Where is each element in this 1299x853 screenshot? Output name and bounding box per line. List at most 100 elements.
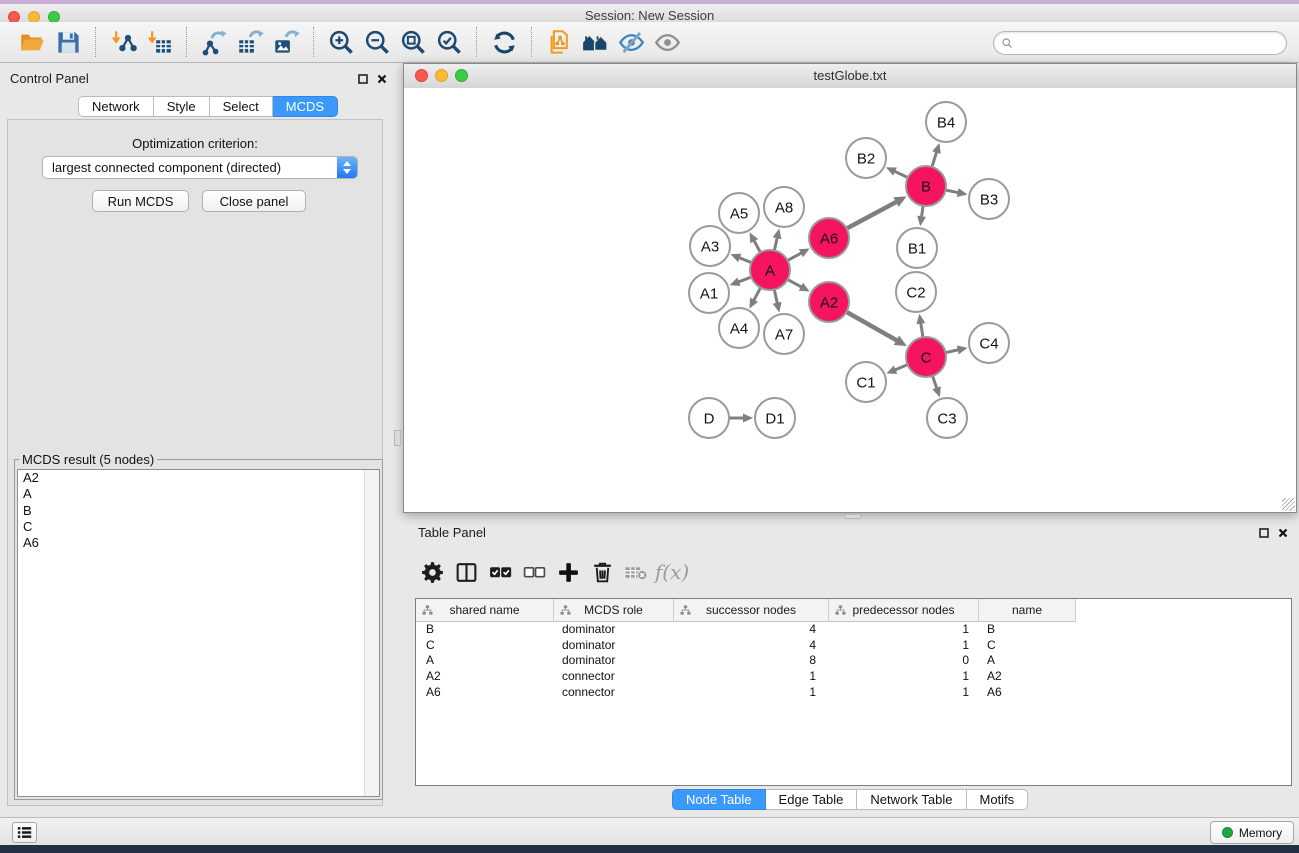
graph-edge-A6-B[interactable] xyxy=(845,201,898,229)
graph-node-A6[interactable]: A6 xyxy=(809,218,849,258)
table-settings-button[interactable] xyxy=(415,555,449,589)
memory-button[interactable]: Memory xyxy=(1210,821,1294,844)
table-cell[interactable]: 1 xyxy=(829,669,979,685)
graph-node-A[interactable]: A xyxy=(750,250,790,290)
graph-node-A8[interactable]: A8 xyxy=(764,187,804,227)
table-cell[interactable]: A xyxy=(979,653,1076,669)
table-cell[interactable]: A6 xyxy=(979,685,1076,701)
tab-mcds[interactable]: MCDS xyxy=(273,96,338,117)
window-resize-grip[interactable] xyxy=(1282,498,1295,511)
table-cell[interactable]: 1 xyxy=(674,669,829,685)
tab-motifs[interactable]: Motifs xyxy=(967,789,1029,810)
table-row-A2[interactable]: A2connector11A2 xyxy=(416,669,1291,685)
table-cell[interactable]: A6 xyxy=(416,685,554,701)
table-cell[interactable]: 0 xyxy=(829,653,979,669)
table-cell[interactable]: dominator xyxy=(554,622,674,638)
tab-select[interactable]: Select xyxy=(210,96,273,117)
graph-node-B1[interactable]: B1 xyxy=(897,228,937,268)
graph-node-C4[interactable]: C4 xyxy=(969,323,1009,363)
graph-node-C1[interactable]: C1 xyxy=(846,362,886,402)
graph-node-C2[interactable]: C2 xyxy=(896,272,936,312)
save-session-button[interactable] xyxy=(53,27,83,57)
show-all-button[interactable] xyxy=(652,27,682,57)
export-image-button[interactable] xyxy=(271,27,301,57)
zoom-fit-button[interactable] xyxy=(398,27,428,57)
graph-node-A7[interactable]: A7 xyxy=(764,314,804,354)
tab-style[interactable]: Style xyxy=(154,96,210,117)
zoom-out-button[interactable] xyxy=(362,27,392,57)
first-neighbors-button[interactable] xyxy=(580,27,610,57)
table-cell[interactable]: B xyxy=(979,622,1076,638)
function-builder-button[interactable]: f(x) xyxy=(653,555,687,589)
delete-table-button[interactable] xyxy=(619,555,653,589)
criterion-dropdown[interactable]: largest connected component (directed) xyxy=(42,156,358,179)
vertical-splitter-handle[interactable] xyxy=(394,430,401,446)
import-table-button[interactable] xyxy=(144,27,174,57)
table-cell[interactable]: A xyxy=(416,653,554,669)
table-cell[interactable]: A2 xyxy=(416,669,554,685)
table-cell[interactable]: dominator xyxy=(554,638,674,654)
export-network-button[interactable] xyxy=(199,27,229,57)
add-column-button[interactable] xyxy=(551,555,585,589)
zoom-in-button[interactable] xyxy=(326,27,356,57)
table-row-A[interactable]: Adominator80A xyxy=(416,653,1291,669)
table-row-A6[interactable]: A6connector11A6 xyxy=(416,685,1291,701)
table-cell[interactable]: 1 xyxy=(829,622,979,638)
delete-columns-button[interactable] xyxy=(585,555,619,589)
table-cell[interactable]: 4 xyxy=(674,622,829,638)
search-input[interactable] xyxy=(1014,36,1286,50)
table-panel-float-button[interactable] xyxy=(1258,527,1270,539)
table-cell[interactable]: 1 xyxy=(829,638,979,654)
import-network-button[interactable] xyxy=(108,27,138,57)
graph-node-B[interactable]: B xyxy=(906,166,946,206)
select-all-columns-button[interactable] xyxy=(483,555,517,589)
column-header-predecessor-nodes[interactable]: predecessor nodes xyxy=(829,599,979,622)
column-header-shared-name[interactable]: shared name xyxy=(416,599,554,622)
table-cell[interactable]: 8 xyxy=(674,653,829,669)
graph-node-C[interactable]: C xyxy=(906,337,946,377)
control-panel-float-button[interactable] xyxy=(357,73,369,85)
panel-list-button[interactable] xyxy=(12,822,37,843)
table-cell[interactable]: A2 xyxy=(979,669,1076,685)
column-header-mcds-role[interactable]: MCDS role xyxy=(554,599,674,622)
tab-network[interactable]: Network xyxy=(78,96,154,117)
table-cell[interactable]: connector xyxy=(554,669,674,685)
graph-node-B4[interactable]: B4 xyxy=(926,102,966,142)
table-cell[interactable]: connector xyxy=(554,685,674,701)
zoom-selected-button[interactable] xyxy=(434,27,464,57)
graph-node-B3[interactable]: B3 xyxy=(969,179,1009,219)
graph-node-A4[interactable]: A4 xyxy=(719,308,759,348)
graph-node-A2[interactable]: A2 xyxy=(809,282,849,322)
table-cell[interactable]: 4 xyxy=(674,638,829,654)
deselect-all-columns-button[interactable] xyxy=(517,555,551,589)
tab-edge-table[interactable]: Edge Table xyxy=(766,789,858,810)
graph-node-D1[interactable]: D1 xyxy=(755,398,795,438)
table-cell[interactable]: C xyxy=(979,638,1076,654)
control-panel-close-button[interactable] xyxy=(376,73,388,85)
table-cell[interactable]: 1 xyxy=(674,685,829,701)
network-canvas[interactable]: B4B2BB3A8A5A6A3B1AA1C2A2A4A7C4CC1C3DD1 xyxy=(404,88,1296,512)
create-network-from-selection-button[interactable] xyxy=(544,27,574,57)
table-row-C[interactable]: Cdominator41C xyxy=(416,638,1291,654)
table-cell[interactable]: 1 xyxy=(829,685,979,701)
column-header-name[interactable]: name xyxy=(979,599,1076,622)
table-cell[interactable]: B xyxy=(416,622,554,638)
close-panel-button[interactable]: Close panel xyxy=(202,190,306,212)
toggle-panel-layout-button[interactable] xyxy=(449,555,483,589)
export-table-button[interactable] xyxy=(235,27,265,57)
hide-selected-button[interactable] xyxy=(616,27,646,57)
graph-node-D[interactable]: D xyxy=(689,398,729,438)
table-panel-close-button[interactable] xyxy=(1277,527,1289,539)
table-cell[interactable]: dominator xyxy=(554,653,674,669)
result-list-scrollbar[interactable] xyxy=(364,470,379,796)
table-cell[interactable]: C xyxy=(416,638,554,654)
tab-node-table[interactable]: Node Table xyxy=(672,789,766,810)
graph-node-B2[interactable]: B2 xyxy=(846,138,886,178)
graph-node-A5[interactable]: A5 xyxy=(719,193,759,233)
graph-node-A3[interactable]: A3 xyxy=(690,226,730,266)
search-box[interactable] xyxy=(993,31,1287,55)
column-header-successor-nodes[interactable]: successor nodes xyxy=(674,599,829,622)
tab-network-table[interactable]: Network Table xyxy=(857,789,966,810)
open-session-button[interactable] xyxy=(17,27,47,57)
run-mcds-button[interactable]: Run MCDS xyxy=(92,190,189,212)
